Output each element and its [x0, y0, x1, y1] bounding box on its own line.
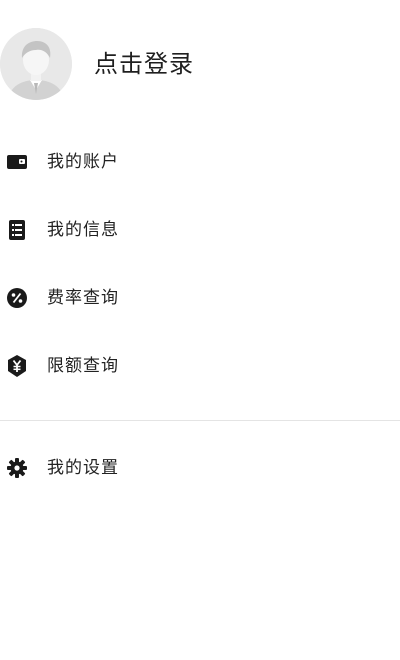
navigation-drawer: 点击登录 我的账户 我的信息 费率查询 限额查询 我的设置	[0, 0, 400, 660]
menu-item-label: 我的信息	[47, 220, 119, 240]
percent-icon	[6, 287, 28, 309]
login-label[interactable]: 点击登录	[94, 48, 194, 80]
list-icon	[6, 219, 28, 241]
menu-item-rate-query[interactable]: 费率查询	[0, 264, 400, 332]
menu-item-label: 我的设置	[47, 458, 119, 478]
gear-icon	[6, 457, 28, 479]
wallet-icon	[6, 151, 28, 173]
login-header[interactable]: 点击登录	[0, 28, 400, 104]
yen-shield-icon	[6, 355, 28, 377]
menu-item-limit-query[interactable]: 限额查询	[0, 332, 400, 400]
menu-item-my-info[interactable]: 我的信息	[0, 196, 400, 264]
menu-item-label: 费率查询	[47, 288, 119, 308]
default-avatar-icon[interactable]	[0, 28, 72, 100]
main-menu: 我的账户 我的信息 费率查询 限额查询	[0, 128, 400, 400]
menu-divider	[0, 420, 400, 421]
settings-section: 我的设置	[0, 434, 400, 502]
menu-item-label: 我的账户	[47, 152, 119, 172]
menu-item-my-settings[interactable]: 我的设置	[0, 434, 400, 502]
menu-item-label: 限额查询	[47, 356, 119, 376]
menu-item-my-account[interactable]: 我的账户	[0, 128, 400, 196]
